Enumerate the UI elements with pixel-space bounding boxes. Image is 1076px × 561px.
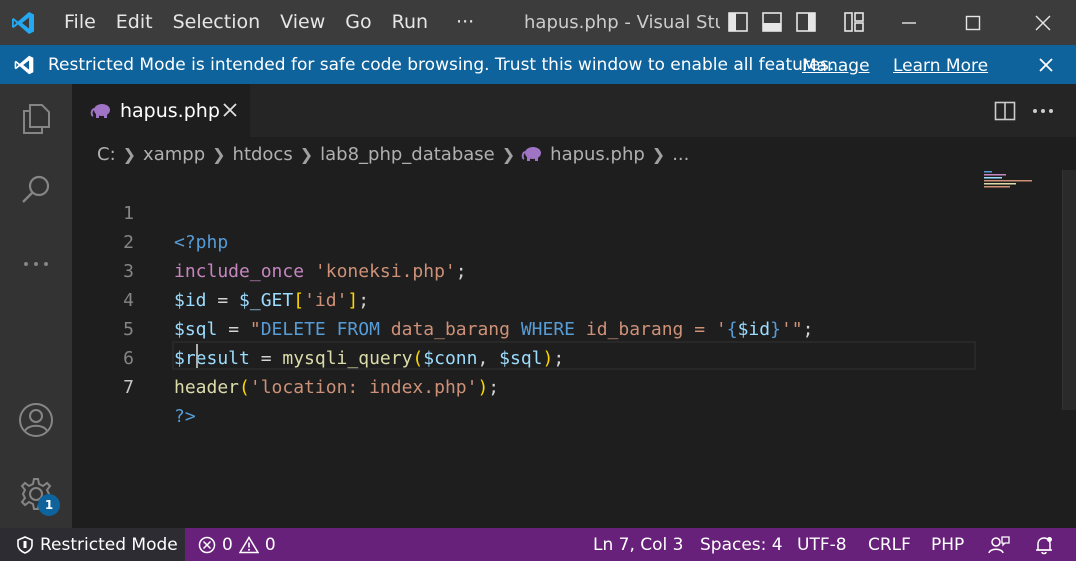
window-title: hapus.php - Visual Studio Code (524, 12, 720, 33)
warning-count: 0 (264, 534, 276, 555)
activity-bar: 1 (0, 84, 72, 528)
minimap[interactable] (982, 170, 1062, 190)
restricted-mode-status[interactable]: Restricted Mode (0, 528, 185, 561)
status-bar: Restricted Mode 0 0 Ln 7, Col 3 Spaces: … (0, 528, 1076, 561)
title-bar: File Edit Selection View Go Run ··· hapu… (0, 0, 1076, 45)
code-token: ) (477, 377, 489, 398)
breadcrumb-xampp[interactable]: xampp (142, 144, 206, 165)
code-line[interactable]: 2 include_once 'koneksi.php'; (72, 199, 1062, 282)
manage-link[interactable]: Manage (802, 45, 870, 84)
chevron-right-icon: ❯ (212, 144, 226, 164)
code-token: ?> (174, 406, 196, 427)
menu-bar: File Edit Selection View Go Run ··· (46, 0, 484, 45)
maximize-button[interactable] (944, 0, 1002, 45)
toggle-primary-sidebar-icon[interactable] (726, 9, 750, 35)
line-number: 7 (123, 377, 134, 398)
chevron-right-icon: ❯ (122, 144, 137, 164)
code-line[interactable]: 7 ?> (72, 344, 1062, 427)
code-line[interactable]: 6 header('location: index.php'); (72, 315, 1062, 398)
notification-badge: 1 (38, 494, 60, 516)
layout-controls (726, 9, 866, 35)
breadcrumb-drive[interactable]: C: (96, 144, 117, 165)
menu-run[interactable]: Run (382, 0, 438, 45)
explorer-icon[interactable] (14, 96, 58, 140)
more-views-icon[interactable] (14, 242, 58, 286)
banner-close-icon[interactable] (1032, 45, 1060, 84)
breadcrumb-symbol[interactable]: ... (671, 144, 690, 165)
shield-icon (17, 535, 33, 554)
vscode-logo-icon (0, 0, 46, 45)
menu-more[interactable]: ··· (438, 0, 484, 45)
code-token: ( (239, 377, 250, 398)
split-editor-icon[interactable] (992, 98, 1018, 124)
customize-layout-icon[interactable] (842, 9, 866, 35)
menu-selection[interactable]: Selection (163, 0, 271, 45)
code-token: header (174, 377, 240, 398)
error-icon (198, 536, 216, 553)
chevron-right-icon: ❯ (651, 144, 666, 164)
banner-message: Restricted Mode is intended for safe cod… (48, 54, 835, 75)
code-line[interactable]: 5 $result = mysqli_query($conn, $sql); (72, 286, 1062, 369)
code-token: 'location: index.php' (249, 377, 478, 398)
close-window-button[interactable] (1014, 0, 1072, 45)
code-editor[interactable]: 1 <?php 2 include_once 'koneksi.php'; 3 … (72, 170, 1062, 528)
tab-bar: hapus.php (72, 84, 1076, 137)
search-icon[interactable] (14, 168, 58, 212)
warning-icon (238, 535, 259, 553)
code-line[interactable]: 1 <?php (72, 170, 1062, 253)
php-elephant-icon (521, 147, 542, 161)
more-actions-icon[interactable] (1030, 98, 1056, 124)
close-tab-icon[interactable] (220, 100, 240, 120)
language-mode-status[interactable]: PHP (931, 528, 964, 561)
tab-hapus-php[interactable]: hapus.php (72, 84, 250, 137)
vertical-scrollbar[interactable] (1062, 170, 1076, 410)
toggle-secondary-sidebar-icon[interactable] (794, 9, 818, 35)
toggle-panel-icon[interactable] (760, 9, 784, 35)
cursor-position-status[interactable]: Ln 7, Col 3 (593, 528, 684, 561)
tab-label: hapus.php (120, 99, 220, 122)
error-count: 0 (222, 534, 233, 555)
eol-status[interactable]: CRLF (868, 528, 911, 561)
accounts-icon[interactable] (14, 398, 58, 442)
chevron-right-icon: ❯ (299, 144, 314, 164)
text-cursor (196, 344, 198, 368)
restricted-mode-label: Restricted Mode (40, 534, 178, 555)
minimize-button[interactable] (880, 0, 938, 45)
notifications-bell-icon[interactable] (1034, 528, 1054, 561)
feedback-icon[interactable] (988, 528, 1010, 561)
code-line[interactable]: 3 $id = $_GET['id']; (72, 228, 1062, 311)
restricted-mode-banner: Restricted Mode is intended for safe cod… (0, 45, 1076, 84)
indentation-status[interactable]: Spaces: 4 (700, 528, 783, 561)
problems-status[interactable]: 0 0 (198, 528, 276, 561)
menu-edit[interactable]: Edit (106, 0, 163, 45)
breadcrumb-file[interactable]: hapus.php (549, 144, 646, 165)
code-token: ; (488, 377, 500, 398)
php-elephant-icon (90, 103, 110, 118)
breadcrumb: C: ❯ xampp ❯ htdocs ❯ lab8_php_database … (96, 140, 690, 168)
menu-go[interactable]: Go (335, 0, 381, 45)
encoding-status[interactable]: UTF-8 (797, 528, 847, 561)
menu-view[interactable]: View (270, 0, 335, 45)
code-line[interactable]: 4 $sql = "DELETE FROM data_barang WHERE … (72, 257, 1062, 340)
chevron-right-icon: ❯ (501, 144, 516, 164)
vscode-logo-icon (0, 45, 48, 84)
breadcrumb-htdocs[interactable]: htdocs (232, 144, 294, 165)
menu-file[interactable]: File (46, 0, 106, 45)
breadcrumb-lab8[interactable]: lab8_php_database (319, 144, 496, 165)
learn-more-link[interactable]: Learn More (893, 45, 988, 84)
